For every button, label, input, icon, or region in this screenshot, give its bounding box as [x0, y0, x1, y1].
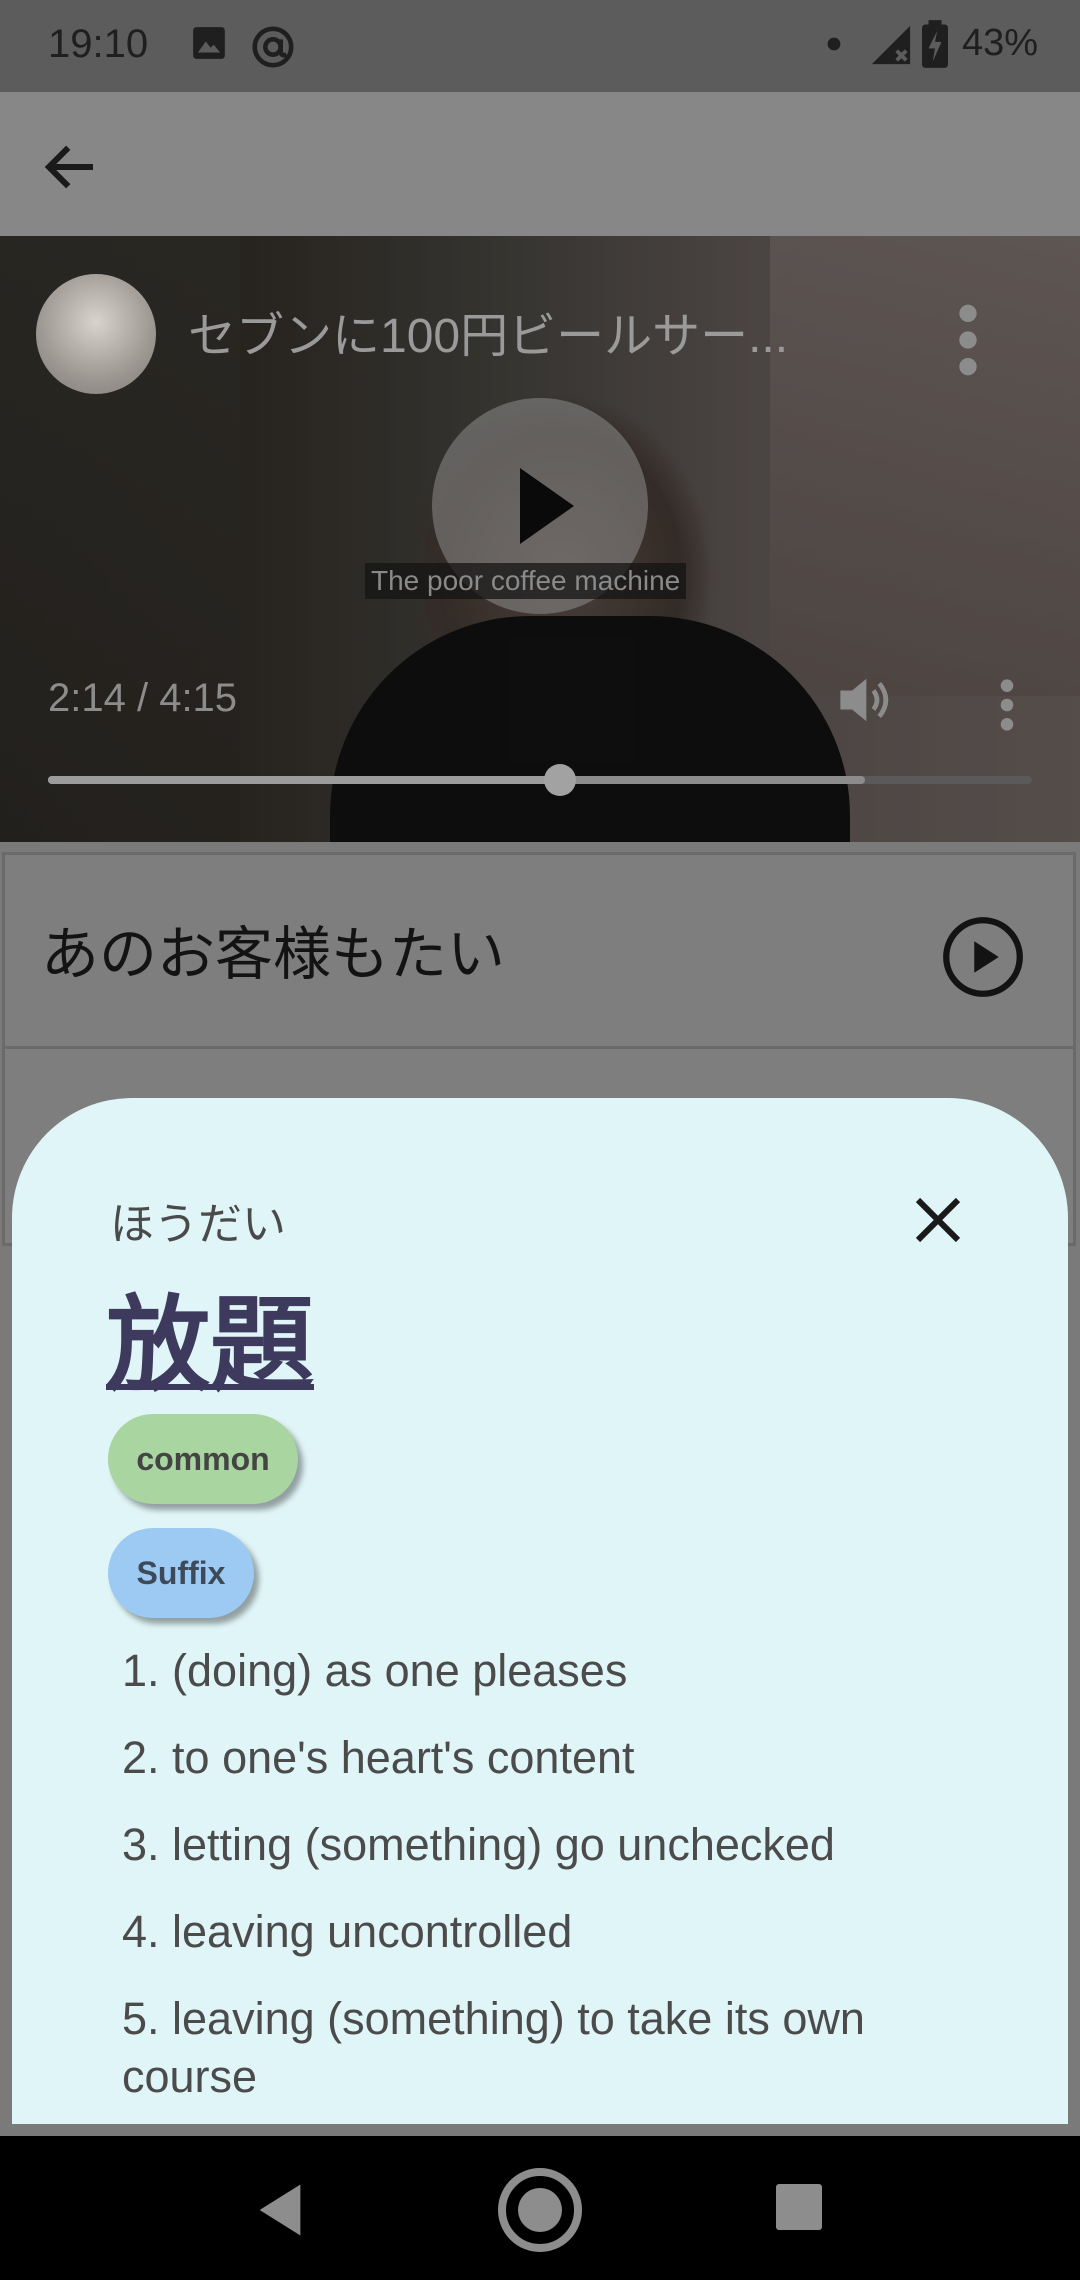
- meaning-item: 5. leaving (something) to take its own c…: [122, 1993, 865, 2102]
- battery-level: 43%: [961, 22, 1038, 64]
- back-triangle-icon[interactable]: [254, 2182, 306, 2238]
- word-headword[interactable]: 放題: [106, 1260, 314, 1411]
- signal-icon: [871, 25, 911, 65]
- video-caption: The poor coffee machine: [365, 563, 687, 599]
- recents-square-icon[interactable]: [776, 2184, 822, 2230]
- volume-icon[interactable]: [834, 674, 894, 726]
- more-vert-icon[interactable]: [994, 676, 1020, 734]
- battery-charging-icon: [922, 20, 948, 68]
- seek-bar[interactable]: [48, 764, 1032, 796]
- seek-bar-thumb[interactable]: [543, 764, 576, 796]
- dot-icon: [827, 37, 841, 51]
- arrow-left-icon[interactable]: [38, 134, 104, 200]
- meaning-item: 2. to one's heart's content: [122, 1732, 635, 1783]
- meaning-list: 1. (doing) as one pleases 2. to one's he…: [122, 1642, 982, 2124]
- navigation-bar: [0, 2136, 1080, 2280]
- app-bar: [0, 92, 1080, 236]
- at-sign-icon: [252, 26, 294, 68]
- sentence-text: あのお客様もたい: [41, 920, 506, 988]
- video-title[interactable]: セブンに100円ビールサー...: [188, 296, 868, 366]
- word-reading: ほうだい: [110, 1199, 286, 1250]
- meaning-item: 3. letting (something) go unchecked: [122, 1819, 835, 1870]
- video-time: 2:14 / 4:15: [48, 676, 238, 720]
- tag-common: common: [108, 1414, 298, 1504]
- meaning-item: 1. (doing) as one pleases: [122, 1645, 628, 1696]
- play-circle-icon[interactable]: [941, 915, 1025, 999]
- status-bar: 19:10 43%: [0, 0, 1080, 92]
- seek-bar-progress: [48, 776, 560, 784]
- definition-sheet: ほうだい 放題 common Suffix 1. (doing) as one …: [12, 1098, 1068, 2124]
- meaning-item: 4. leaving uncontrolled: [122, 1906, 573, 1957]
- video-player[interactable]: セブンに100円ビールサー... The poor coffee machine…: [0, 236, 1080, 842]
- channel-avatar[interactable]: [36, 274, 156, 394]
- tag-part-of-speech: Suffix: [108, 1528, 254, 1618]
- status-time: 19:10: [48, 22, 149, 66]
- more-vert-icon[interactable]: [950, 300, 986, 380]
- close-icon[interactable]: [908, 1190, 968, 1250]
- home-circle-icon[interactable]: [496, 2166, 584, 2254]
- image-icon: [193, 27, 225, 59]
